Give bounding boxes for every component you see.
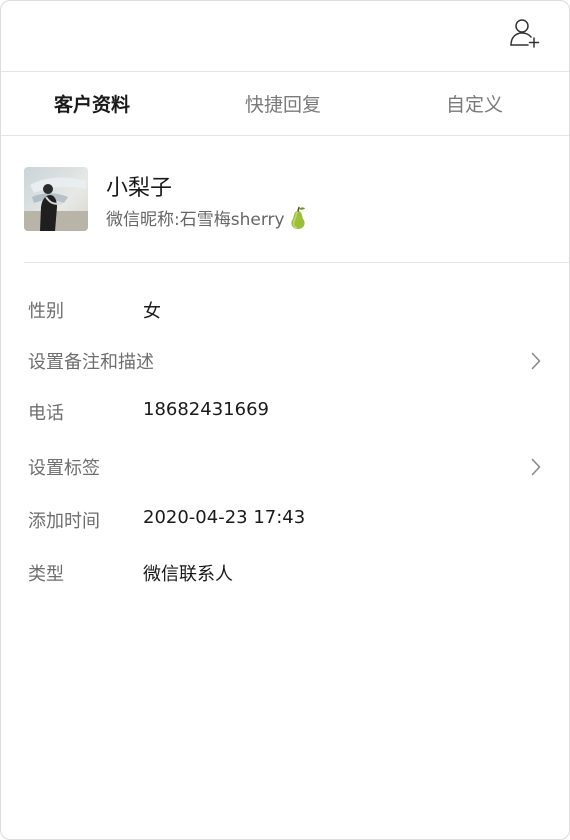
type-value: 微信联系人 [143,564,233,585]
added-time-value: 2020-04-23 17:43 [143,507,306,528]
row-set-remark[interactable]: 设置备注和描述 [1,340,569,380]
contact-name: 小梨子 [106,176,173,201]
row-added-time: 添加时间 2020-04-23 17:43 [1,499,569,539]
row-gender: 性别 女 [1,289,569,329]
added-time-label: 添加时间 [28,511,100,532]
top-bar [1,1,569,72]
nickname-value: 石雪梅sherry [179,210,285,230]
chevron-right-icon [531,352,541,370]
row-phone: 电话 18682431669 [1,391,569,431]
wechat-nickname: 微信昵称: 石雪梅sherry [106,205,309,230]
pear-emoji-icon [290,206,305,229]
tags-label: 设置标签 [28,458,100,479]
row-set-tags[interactable]: 设置标签 [1,446,569,486]
nickname-prefix: 微信昵称: [106,210,180,230]
phone-label: 电话 [28,403,64,424]
phone-value: 18682431669 [143,399,269,420]
row-type: 类型 微信联系人 [1,552,569,592]
add-user-icon[interactable] [509,17,541,49]
type-label: 类型 [28,564,64,585]
remark-label: 设置备注和描述 [28,352,154,373]
tab-custom[interactable]: 自定义 [446,72,503,135]
gender-value: 女 [143,301,161,322]
profile-header: 小梨子 微信昵称: 石雪梅sherry [1,136,569,263]
tab-quick-reply[interactable]: 快捷回复 [245,72,321,135]
avatar[interactable] [24,167,88,231]
chevron-right-icon [531,458,541,476]
tab-bar: 客户资料 快捷回复 自定义 [1,72,569,136]
customer-info-panel: 客户资料 快捷回复 自定义 小梨子 微信昵称: 石雪梅sherry 性别 女 设… [0,0,570,840]
gender-label: 性别 [28,301,64,322]
section-divider [24,262,569,263]
tab-customer-info[interactable]: 客户资料 [54,72,130,135]
